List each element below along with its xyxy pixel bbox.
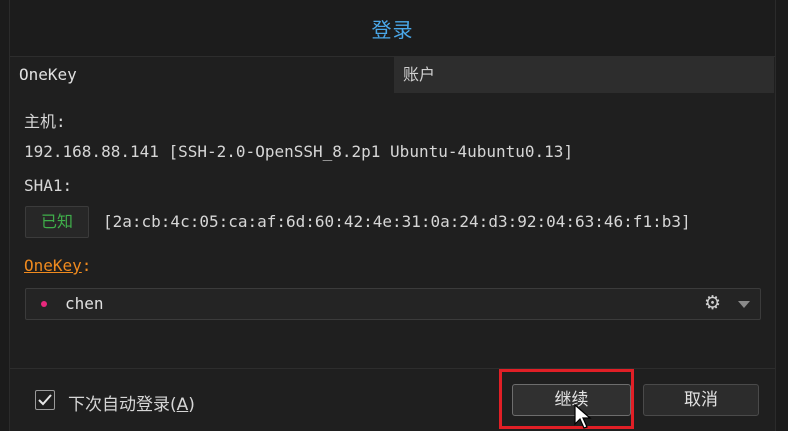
tab-bar: OneKey 账户	[10, 57, 775, 93]
mouse-cursor-icon	[574, 404, 592, 429]
login-dialog: 登录 OneKey 账户 主机: 192.168.88.141 [SSH-2.0…	[9, 0, 776, 431]
onekey-selected-value: chen	[65, 294, 104, 313]
onekey-select[interactable]: chen ⚙	[25, 288, 761, 320]
cancel-button[interactable]: 取消	[643, 384, 759, 416]
gear-icon[interactable]: ⚙	[704, 292, 721, 314]
checkmark-icon	[38, 394, 52, 406]
onekey-label-colon: :	[81, 256, 92, 275]
chevron-down-icon[interactable]	[738, 301, 750, 308]
host-label: 主机:	[24, 112, 66, 131]
known-status-badge: 已知	[25, 206, 89, 238]
auto-login-checkbox[interactable]	[35, 390, 55, 410]
auto-login-close: )	[188, 395, 195, 415]
key-dot-icon	[41, 301, 47, 307]
onekey-label-text: OneKey	[24, 256, 82, 275]
onekey-field-label: OneKey:	[24, 256, 91, 275]
sha1-fingerprint: [2a:cb:4c:05:ca:af:6d:60:42:4e:31:0a:24:…	[103, 212, 691, 231]
tab-account[interactable]: 账户	[394, 57, 774, 93]
auto-login-mnemonic: A	[176, 395, 189, 415]
tab-onekey[interactable]: OneKey	[10, 57, 394, 93]
auto-login-text: 下次自动登录(	[68, 395, 177, 415]
host-value: 192.168.88.141 [SSH-2.0-OpenSSH_8.2p1 Ub…	[24, 142, 574, 161]
dialog-title: 登录	[10, 0, 775, 57]
sha1-label: SHA1:	[24, 176, 73, 195]
continue-button[interactable]: 继续	[512, 384, 631, 416]
auto-login-label[interactable]: 下次自动登录(A)	[68, 390, 195, 415]
footer-divider	[10, 368, 775, 369]
